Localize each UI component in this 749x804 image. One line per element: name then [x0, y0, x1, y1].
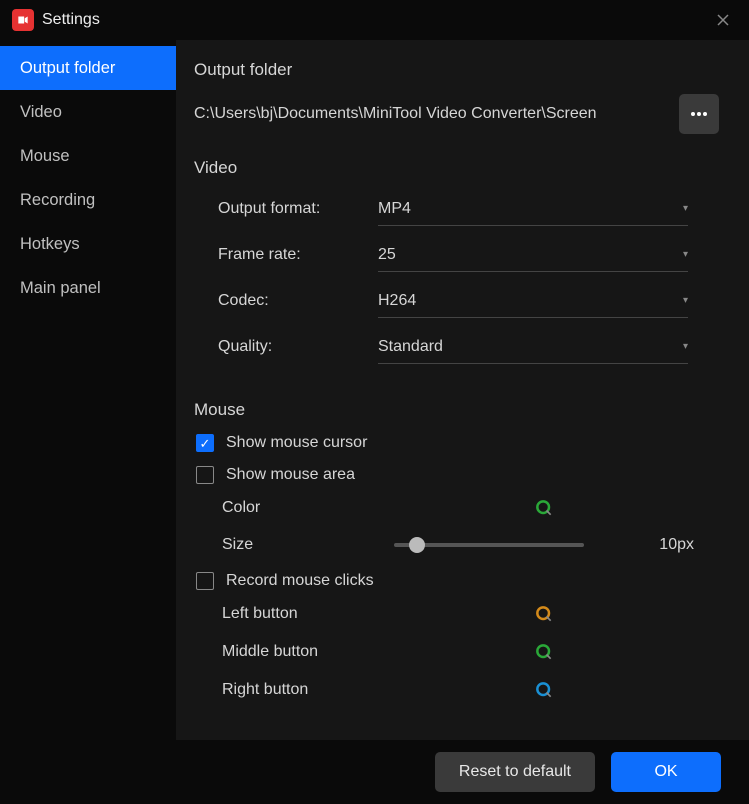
quality-label: Quality:: [218, 338, 378, 356]
output-format-value: MP4: [378, 200, 411, 218]
middle-button-row: Middle button: [194, 642, 719, 662]
field-frame-rate: Frame rate: 25 ▾: [194, 238, 719, 272]
right-button-row: Right button: [194, 680, 719, 700]
browse-button[interactable]: [679, 94, 719, 134]
sidebar-item-label: Hotkeys: [20, 235, 80, 254]
size-slider-thumb[interactable]: [409, 537, 425, 553]
mouse-area-color-row: Color: [194, 498, 719, 518]
right-button-label: Right button: [222, 681, 374, 699]
size-slider-wrap: 10px: [384, 536, 719, 554]
record-mouse-clicks-row[interactable]: Record mouse clicks: [194, 572, 719, 590]
sidebar-item-label: Main panel: [20, 279, 101, 298]
content-pane: Output folder C:\Users\bj\Documents\Mini…: [176, 40, 749, 740]
close-button[interactable]: [709, 6, 737, 34]
record-mouse-clicks-checkbox[interactable]: [196, 572, 214, 590]
sidebar-item-mouse[interactable]: Mouse: [0, 134, 176, 178]
sidebar-item-output-folder[interactable]: Output folder: [0, 46, 176, 90]
codec-value: H264: [378, 292, 416, 310]
section-title-mouse: Mouse: [194, 400, 719, 420]
sidebar-item-main-panel[interactable]: Main panel: [0, 266, 176, 310]
show-mouse-area-label: Show mouse area: [226, 466, 355, 484]
title-bar-left: Settings: [12, 9, 100, 31]
section-title-video: Video: [194, 158, 719, 178]
middle-button-label: Middle button: [222, 643, 374, 661]
reset-to-default-button[interactable]: Reset to default: [435, 752, 595, 792]
output-folder-path: C:\Users\bj\Documents\MiniTool Video Con…: [194, 105, 665, 123]
output-format-select[interactable]: MP4 ▾: [378, 192, 688, 226]
chevron-down-icon: ▾: [683, 341, 688, 352]
mouse-area-size-label: Size: [222, 536, 374, 554]
codec-select[interactable]: H264 ▾: [378, 284, 688, 318]
show-mouse-area-row[interactable]: Show mouse area: [194, 466, 719, 484]
middle-button-color-swatch[interactable]: [534, 642, 554, 662]
show-mouse-cursor-row[interactable]: Show mouse cursor: [194, 434, 719, 452]
show-mouse-cursor-label: Show mouse cursor: [226, 434, 367, 452]
mouse-area-color-swatch[interactable]: [534, 498, 554, 518]
quality-select[interactable]: Standard ▾: [378, 330, 688, 364]
section-title-output-folder: Output folder: [194, 60, 719, 80]
size-slider[interactable]: [394, 543, 584, 547]
sidebar-item-video[interactable]: Video: [0, 90, 176, 134]
codec-label: Codec:: [218, 292, 378, 310]
left-button-label: Left button: [222, 605, 374, 623]
left-button-color-swatch[interactable]: [534, 604, 554, 624]
show-mouse-cursor-checkbox[interactable]: [196, 434, 214, 452]
scroll-area[interactable]: Output folder C:\Users\bj\Documents\Mini…: [176, 40, 749, 740]
frame-rate-value: 25: [378, 246, 396, 264]
sidebar-item-hotkeys[interactable]: Hotkeys: [0, 222, 176, 266]
frame-rate-select[interactable]: 25 ▾: [378, 238, 688, 272]
footer: Reset to default OK: [0, 740, 749, 804]
chevron-down-icon: ▾: [683, 249, 688, 260]
sidebar-item-recording[interactable]: Recording: [0, 178, 176, 222]
output-folder-row: C:\Users\bj\Documents\MiniTool Video Con…: [194, 94, 719, 134]
sidebar: Output folder Video Mouse Recording Hotk…: [0, 40, 176, 740]
size-slider-value: 10px: [644, 536, 694, 554]
window-title: Settings: [42, 11, 100, 29]
chevron-down-icon: ▾: [683, 203, 688, 214]
show-mouse-area-checkbox[interactable]: [196, 466, 214, 484]
left-button-row: Left button: [194, 604, 719, 624]
field-codec: Codec: H264 ▾: [194, 284, 719, 318]
record-mouse-clicks-label: Record mouse clicks: [226, 572, 374, 590]
field-output-format: Output format: MP4 ▾: [194, 192, 719, 226]
body: Output folder Video Mouse Recording Hotk…: [0, 40, 749, 740]
right-button-color-swatch[interactable]: [534, 680, 554, 700]
ok-button[interactable]: OK: [611, 752, 721, 792]
chevron-down-icon: ▾: [683, 295, 688, 306]
app-icon: [12, 9, 34, 31]
output-format-label: Output format:: [218, 200, 378, 218]
title-bar: Settings: [0, 0, 749, 40]
sidebar-item-label: Output folder: [20, 59, 115, 78]
mouse-area-color-label: Color: [222, 499, 374, 517]
quality-value: Standard: [378, 338, 443, 356]
sidebar-item-label: Recording: [20, 191, 95, 210]
field-quality: Quality: Standard ▾: [194, 330, 719, 364]
frame-rate-label: Frame rate:: [218, 246, 378, 264]
sidebar-item-label: Video: [20, 103, 62, 122]
sidebar-item-label: Mouse: [20, 147, 70, 166]
mouse-area-size-row: Size 10px: [194, 536, 719, 554]
